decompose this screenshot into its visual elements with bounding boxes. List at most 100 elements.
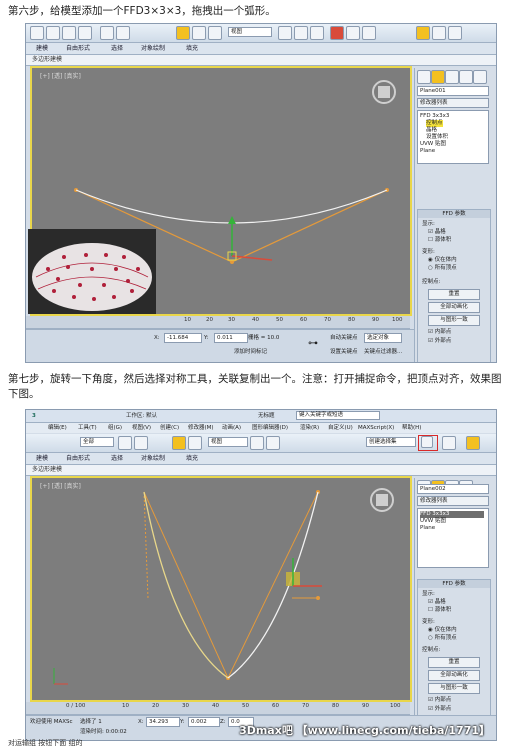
pivot-icon[interactable]: [278, 26, 292, 40]
app-logo-icon[interactable]: 3: [32, 412, 36, 420]
perspective-viewport[interactable]: [+] [透] [真实]: [30, 476, 412, 702]
object-name-field[interactable]: Plane002: [417, 484, 489, 494]
tab-object-paint[interactable]: 对象绘制: [141, 453, 165, 464]
display-tab-icon[interactable]: [473, 70, 487, 84]
stack-item-ffd[interactable]: FFD 3x3x3: [420, 511, 484, 518]
selected-dropdown[interactable]: 选定对象: [364, 333, 402, 343]
reference-coord-dropdown[interactable]: 视图: [228, 27, 272, 37]
time-ruler[interactable]: 0 / 100 10 20 30 40 50 60 70 80 90 100: [26, 702, 410, 715]
outside-points-check[interactable]: ☑ 外部点: [428, 706, 451, 713]
undo-icon[interactable]: [30, 26, 44, 40]
modifier-list-dropdown[interactable]: 修改器列表: [417, 496, 489, 506]
create-tab-icon[interactable]: [417, 70, 431, 84]
link-icon[interactable]: [62, 26, 76, 40]
object-name-field[interactable]: Plane001: [417, 86, 489, 96]
menu-item[interactable]: 动画(A): [222, 424, 241, 432]
reset-button[interactable]: 重置: [428, 289, 480, 300]
align-icon[interactable]: [442, 436, 456, 450]
animate-all-button[interactable]: 全部动画化: [428, 670, 480, 681]
display-source-check[interactable]: ☐ 源体积: [428, 237, 451, 244]
search-input[interactable]: 键入关键字或短语: [296, 411, 380, 420]
tab-populate[interactable]: 填充: [186, 43, 198, 54]
rollout-title[interactable]: FFD 参数: [418, 580, 490, 588]
menu-item[interactable]: 图形编辑器(D): [252, 424, 288, 432]
render-frame-icon[interactable]: [432, 26, 446, 40]
stack-item-plane[interactable]: Plane: [420, 525, 435, 532]
display-lattice-check[interactable]: ☑ 晶格: [428, 599, 446, 606]
outside-points-check[interactable]: ☑ 外部点: [428, 338, 451, 345]
mirror-icon[interactable]: [346, 26, 360, 40]
menu-item[interactable]: 工具(T): [78, 424, 97, 432]
tab-selection[interactable]: 选择: [111, 43, 123, 54]
time-ruler[interactable]: 10 20 30 40 50 60 70 80 90 100: [26, 316, 410, 329]
coord-x-field[interactable]: 34.293: [146, 717, 180, 727]
auto-key-button[interactable]: 自动关键点: [330, 334, 358, 342]
scale-icon[interactable]: [208, 26, 222, 40]
angle-snap-icon[interactable]: [310, 26, 324, 40]
menu-item[interactable]: 视图(V): [132, 424, 151, 432]
stack-item-ffd[interactable]: FFD 3x3x3: [420, 113, 449, 120]
material-editor-icon[interactable]: [330, 26, 344, 40]
reset-button[interactable]: 重置: [428, 657, 480, 668]
motion-tab-icon[interactable]: [459, 70, 473, 84]
render-icon[interactable]: [448, 26, 462, 40]
workspace-dropdown[interactable]: 工作区: 默认: [126, 412, 157, 420]
menu-item[interactable]: 自定义(U): [328, 424, 353, 432]
menu-item[interactable]: 编辑(E): [48, 424, 67, 432]
stack-item-uvw[interactable]: UVW 贴图: [420, 518, 446, 525]
tab-object-paint[interactable]: 对象绘制: [141, 43, 165, 54]
coord-y-field[interactable]: 0.002: [188, 717, 220, 727]
tab-freeform[interactable]: 自由形式: [66, 453, 90, 464]
stack-item-control-points[interactable]: 控制点: [426, 120, 443, 127]
move-icon[interactable]: [176, 26, 190, 40]
deform-all-radio[interactable]: ○ 所有顶点: [428, 265, 457, 272]
conform-to-shape-button[interactable]: 与图形一致: [428, 683, 480, 694]
render-setup-icon[interactable]: [416, 26, 430, 40]
menu-item[interactable]: MAXScript(X): [358, 424, 394, 432]
rollout-title[interactable]: FFD 参数: [418, 210, 490, 218]
select-icon[interactable]: [118, 436, 132, 450]
menu-item[interactable]: 组(G): [108, 424, 122, 432]
display-lattice-check[interactable]: ☑ 晶格: [428, 229, 446, 236]
stack-item-set-volume[interactable]: 设置体积: [426, 134, 448, 141]
mirror-button[interactable]: [418, 435, 438, 451]
menu-item[interactable]: 创建(C): [160, 424, 179, 432]
deform-inside-radio[interactable]: ◉ 仅在体内: [428, 627, 457, 634]
inside-points-check[interactable]: ☑ 内部点: [428, 329, 451, 336]
animate-all-button[interactable]: 全部动画化: [428, 302, 480, 313]
stack-item-uvw[interactable]: UVW 贴图: [420, 141, 446, 148]
conform-to-shape-button[interactable]: 与图形一致: [428, 315, 480, 326]
hierarchy-tab-icon[interactable]: [445, 70, 459, 84]
menu-item[interactable]: 渲染(R): [300, 424, 319, 432]
key-filters-button[interactable]: 关键点过滤器...: [364, 348, 402, 356]
perspective-viewport[interactable]: [+] [透] [真实]: [28, 66, 412, 316]
snap-icon[interactable]: [294, 26, 308, 40]
unlink-icon[interactable]: [78, 26, 92, 40]
modify-tab-icon[interactable]: [431, 70, 445, 84]
redo-icon[interactable]: [46, 26, 60, 40]
deform-inside-radio[interactable]: ◉ 仅在体内: [428, 257, 457, 264]
menu-item[interactable]: 修改器(M): [188, 424, 214, 432]
tab-freeform[interactable]: 自由形式: [66, 43, 90, 54]
snap-icon[interactable]: [250, 436, 264, 450]
inside-points-check[interactable]: ☑ 内部点: [428, 697, 451, 704]
tab-modeling[interactable]: 建模: [36, 453, 48, 464]
rotate-icon[interactable]: [192, 26, 206, 40]
move-icon[interactable]: [172, 436, 186, 450]
modifier-list-dropdown[interactable]: 修改器列表: [417, 98, 489, 108]
coord-x-field[interactable]: -11.684: [164, 333, 202, 343]
tab-selection[interactable]: 选择: [111, 453, 123, 464]
deform-all-radio[interactable]: ○ 所有顶点: [428, 635, 457, 642]
named-selection-field[interactable]: 创建选择集: [366, 437, 416, 447]
tab-populate[interactable]: 填充: [186, 453, 198, 464]
select-by-name-icon[interactable]: [134, 436, 148, 450]
stack-item-plane[interactable]: Plane: [420, 148, 435, 155]
rotate-icon[interactable]: [188, 436, 202, 450]
select-region-icon[interactable]: [116, 26, 130, 40]
select-icon[interactable]: [100, 26, 114, 40]
selection-filter-dropdown[interactable]: 全部: [80, 437, 114, 447]
frame-counter[interactable]: 0 / 100: [66, 703, 85, 709]
display-source-check[interactable]: ☐ 源体积: [428, 607, 451, 614]
stack-item-lattice[interactable]: 晶格: [426, 127, 437, 134]
add-time-tag-button[interactable]: 添加时间标记: [234, 348, 267, 356]
